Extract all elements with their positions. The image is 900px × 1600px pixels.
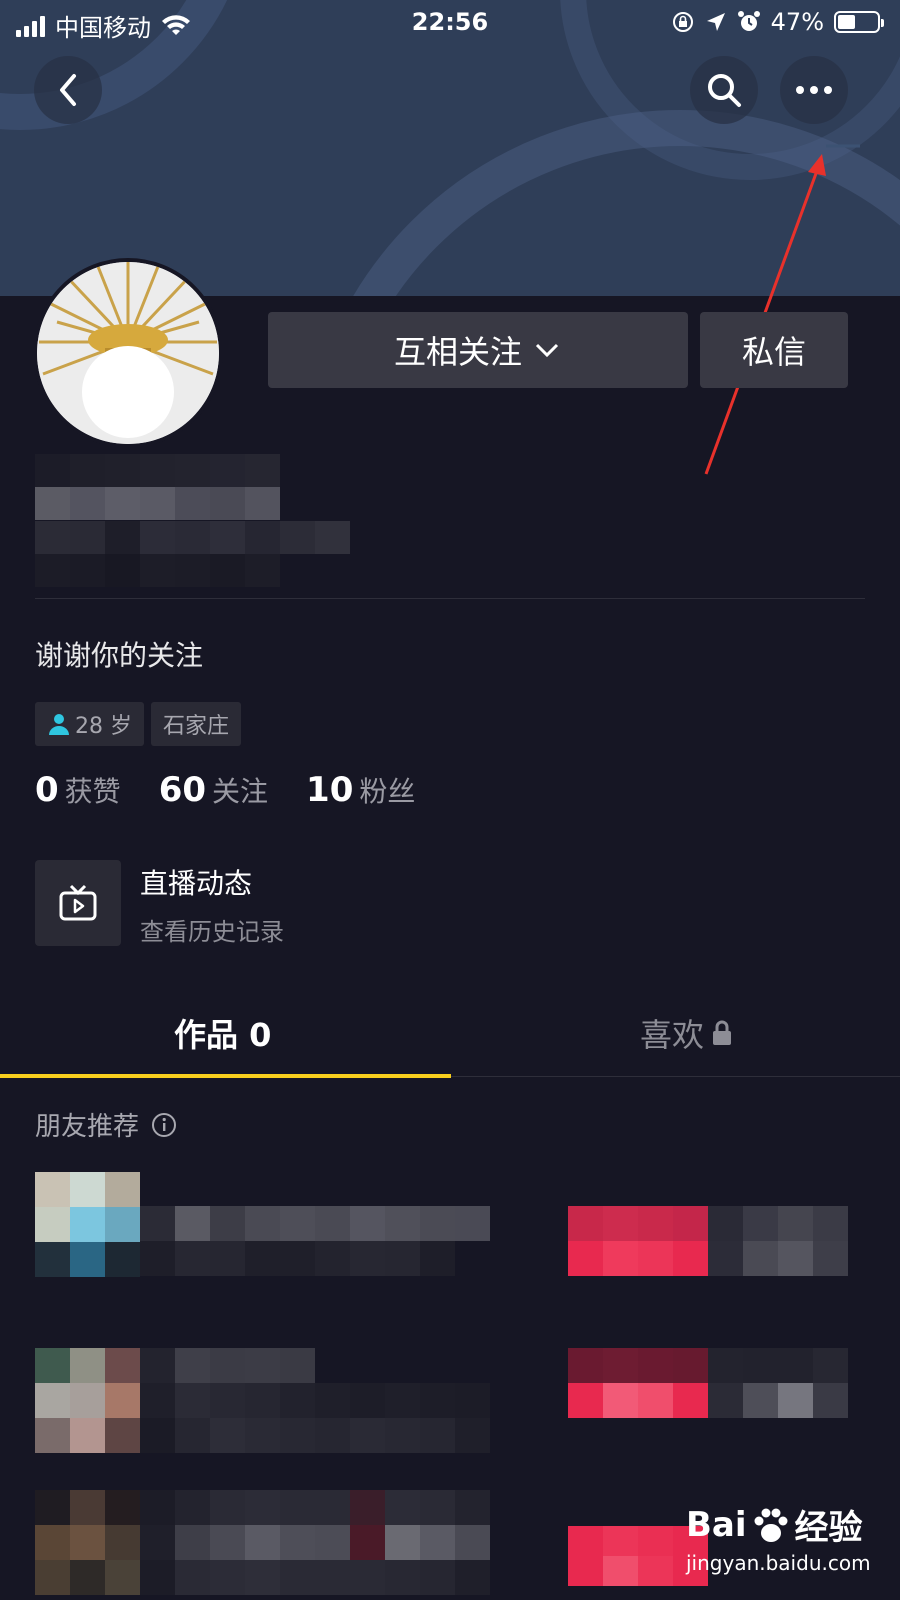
search-icon (708, 74, 741, 107)
recommend-title: 朋友推荐 (35, 1112, 140, 1142)
recommend-name (140, 1206, 490, 1276)
live-history-button[interactable] (35, 860, 121, 946)
avatar[interactable] (33, 258, 223, 448)
following-label: 关注 (212, 775, 269, 808)
followers-label: 粉丝 (359, 775, 416, 808)
live-title[interactable]: 直播动态 (140, 862, 252, 902)
chevron-left-icon (60, 74, 76, 106)
message-label: 私信 (741, 333, 806, 371)
rotation-lock-icon (672, 12, 693, 32)
recommend-name (140, 1348, 490, 1453)
live-subtitle: 查看历史记录 (140, 918, 284, 946)
recommend-avatar[interactable] (35, 1172, 140, 1277)
followers-count: 10 (306, 770, 354, 810)
location-icon (706, 13, 725, 31)
mutual-follow-button[interactable]: 互相关注 (268, 312, 688, 388)
battery-percent: 47% (770, 8, 824, 36)
tab-works[interactable]: 作品 0 (174, 1010, 271, 1056)
recommend-name (140, 1490, 490, 1595)
stat-followers[interactable]: 10 粉丝 (306, 770, 415, 810)
censored-username (35, 454, 280, 520)
stat-following[interactable]: 60 关注 (159, 770, 268, 810)
alarm-icon (737, 11, 760, 31)
paw-logo (754, 1508, 788, 1542)
chevron-down-icon (535, 343, 559, 358)
message-button[interactable]: 私信 (700, 312, 848, 388)
recommend-avatar[interactable] (35, 1348, 140, 1453)
recommend-follow-button[interactable] (568, 1206, 848, 1276)
tab-likes-label: 喜欢 (640, 1016, 705, 1054)
battery-icon (834, 11, 884, 33)
recommend-header: 朋友推荐 (35, 1106, 177, 1143)
mutual-follow-label: 互相关注 (393, 333, 522, 371)
baidu-jingyan-watermark: Bai 经验 jingyan.baidu.com (686, 1500, 886, 1590)
back-button[interactable] (34, 56, 102, 124)
search-button[interactable] (690, 56, 758, 124)
more-button[interactable] (780, 56, 848, 124)
following-count: 60 (158, 770, 207, 810)
stats-row: 0 获赞 60 关注 10 粉丝 (35, 770, 415, 810)
likes-count: 0 (35, 770, 59, 810)
tab-works-label: 作品 0 (174, 1016, 272, 1054)
city-tag: 石家庄 (151, 702, 242, 746)
censored-user-id (35, 521, 350, 587)
divider (35, 598, 865, 599)
recommend-avatar[interactable] (35, 1490, 140, 1595)
status-bar: 中国移动 22:56 47% (0, 0, 900, 46)
avatar-image (37, 262, 219, 444)
bio-text: 谢谢你的关注 (35, 639, 204, 672)
more-dots-icon (796, 86, 832, 94)
watermark-brand: Bai (686, 1504, 747, 1545)
tv-play-icon (59, 884, 97, 921)
person-icon (49, 714, 69, 735)
lock-icon (713, 1020, 732, 1045)
tab-likes[interactable]: 喜欢 (640, 1010, 732, 1056)
likes-label: 获赞 (64, 775, 121, 808)
recommend-follow-button[interactable] (568, 1348, 848, 1418)
stat-likes[interactable]: 0 获赞 (35, 770, 121, 810)
info-icon[interactable] (151, 1112, 177, 1138)
age-label: 28 岁 (75, 714, 132, 739)
age-tag: 28 岁 (35, 702, 144, 746)
tab-indicator (0, 1074, 451, 1078)
city-label: 石家庄 (163, 714, 230, 739)
watermark-url: jingyan.baidu.com (686, 1551, 871, 1575)
watermark-suffix: 经验 (794, 1508, 863, 1548)
